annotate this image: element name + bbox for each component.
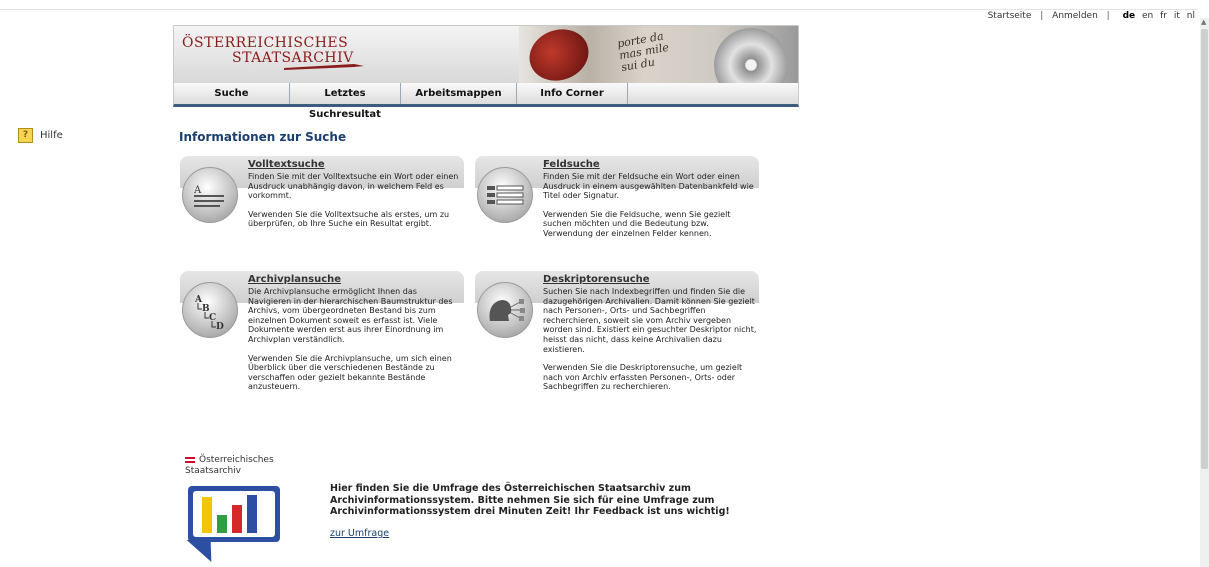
survey-link[interactable]: zur Umfrage	[330, 528, 389, 539]
card-title-link[interactable]: Deskriptorensuche	[543, 274, 650, 285]
survey-bar-icon	[232, 505, 242, 533]
card-paragraph: Verwenden Sie die Feldsuche, wenn Sie ge…	[543, 209, 731, 238]
survey-chart-icon	[188, 486, 280, 542]
survey-logo-line-2: Staatsarchiv	[185, 466, 241, 476]
card-text: Finden Sie mit der Feldsuche ein Wort od…	[543, 172, 757, 248]
top-link-separator: |	[1106, 11, 1110, 21]
card-paragraph: Verwenden Sie die Archivplansuche, um si…	[248, 353, 452, 392]
document-lines-icon: A	[182, 167, 238, 223]
anmelden-link[interactable]: Anmelden	[1052, 11, 1098, 21]
card-paragraph: Finden Sie mit der Feldsuche ein Wort od…	[543, 172, 754, 201]
svg-text:A: A	[193, 185, 202, 196]
help-link[interactable]: ? Hilfe	[18, 128, 63, 143]
tab-arbeitsmappen[interactable]: Arbeitsmappen	[401, 83, 517, 104]
language-nl[interactable]: nl	[1187, 11, 1195, 21]
card-paragraph: Verwenden Sie die Deskriptorensuche, um …	[543, 363, 743, 392]
page-title: Informationen zur Suche	[179, 130, 347, 144]
survey-bar-icon	[217, 515, 227, 533]
survey-chart-inner	[193, 491, 275, 537]
form-fields-icon	[477, 167, 533, 223]
card-title-link[interactable]: Feldsuche	[543, 159, 600, 170]
language-it[interactable]: it	[1174, 11, 1180, 21]
language-de[interactable]: de	[1123, 11, 1136, 21]
help-icon: ?	[18, 128, 33, 143]
speech-bubble-tail-icon	[186, 540, 224, 562]
tab-info-corner[interactable]: Info Corner	[517, 83, 628, 104]
scrollbar-thumb[interactable]	[1201, 29, 1208, 469]
logo-line-1: ÖSTERREICHISCHES	[182, 35, 349, 51]
language-en[interactable]: en	[1142, 11, 1153, 21]
survey-bar-icon	[247, 495, 257, 533]
card-title-link[interactable]: Archivplansuche	[248, 274, 341, 285]
svg-text:D: D	[216, 322, 224, 332]
card-text: Die Archivplansuche ermöglicht Ihnen das…	[248, 287, 462, 401]
language-fr[interactable]: fr	[1160, 11, 1167, 21]
card-title-link[interactable]: Volltextsuche	[248, 159, 325, 170]
tab-suche[interactable]: Suche	[174, 83, 290, 104]
survey-bar-icon	[202, 497, 212, 533]
help-label: Hilfe	[40, 130, 63, 141]
main-nav: Suche Letztes Suchresultat Arbeitsmappen…	[173, 83, 799, 120]
survey-logo: Österreichisches Staatsarchiv	[185, 455, 274, 477]
head-network-icon	[477, 282, 533, 338]
survey-text: Hier finden Sie die Umfrage des Österrei…	[330, 483, 730, 517]
card-text: Finden Sie mit der Volltextsuche ein Wor…	[248, 172, 462, 238]
logo-swoosh-icon	[284, 64, 364, 70]
header-banner: ÖSTERREICHISCHES STAATSARCHIV porte da ma…	[173, 25, 799, 85]
card-paragraph: Suchen Sie nach Indexbegriffen und finde…	[543, 287, 757, 354]
scroll-up-arrow-icon[interactable]: ▲	[1201, 18, 1206, 26]
tree-abcd-icon: A B C D	[182, 282, 238, 338]
austria-flag-icon	[185, 456, 195, 463]
card-paragraph: Die Archivplansuche ermöglicht Ihnen das…	[248, 287, 453, 344]
tab-letztes-suchresultat[interactable]: Letztes Suchresultat	[290, 83, 401, 120]
card-paragraph: Verwenden Sie die Volltextsuche als erst…	[248, 209, 450, 229]
top-links: Startseite | Anmelden | de en fr it nl	[988, 11, 1195, 21]
card-text: Suchen Sie nach Indexbegriffen und finde…	[543, 287, 757, 401]
vertical-scrollbar[interactable]: ▲	[1200, 18, 1209, 567]
startseite-link[interactable]: Startseite	[988, 11, 1032, 21]
card-paragraph: Finden Sie mit der Volltextsuche ein Wor…	[248, 172, 459, 201]
top-link-separator: |	[1040, 11, 1044, 21]
survey-logo-line-1: Österreichisches	[199, 455, 274, 465]
top-divider	[0, 9, 1198, 10]
